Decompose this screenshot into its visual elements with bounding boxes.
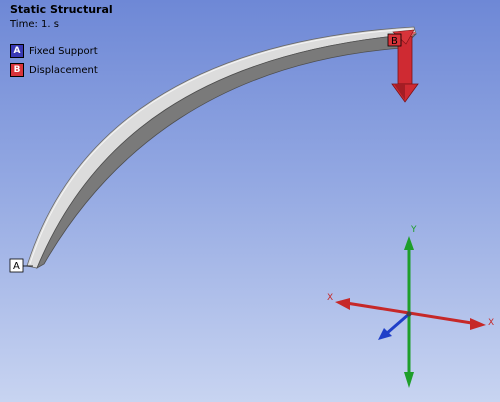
time-readout: Time: 1. s xyxy=(10,19,59,30)
y-axis-arrowhead xyxy=(404,236,414,250)
x-axis-neg-arrowhead xyxy=(335,298,350,310)
legend-label-fixed-support: Fixed Support xyxy=(29,45,98,57)
legend-item-displacement[interactable]: B Displacement xyxy=(10,63,98,77)
axis-triad[interactable]: Y X X xyxy=(327,225,494,388)
triad-y-label: Y xyxy=(410,225,417,235)
x-axis-arrowhead xyxy=(470,318,486,330)
triad-origin xyxy=(406,311,412,317)
legend-key-b: B xyxy=(10,63,24,77)
displacement-marker[interactable]: B xyxy=(387,33,402,47)
triad-x-label: X xyxy=(488,318,494,328)
model-scene: Y X X A B xyxy=(9,26,494,388)
analysis-title: Static Structural xyxy=(10,3,113,16)
marker-a-label: A xyxy=(13,261,20,272)
legend-item-fixed-support[interactable]: A Fixed Support xyxy=(10,44,98,58)
marker-b-label: B xyxy=(391,36,398,47)
legend-label-displacement: Displacement xyxy=(29,64,98,76)
triad-neg-x-label: X xyxy=(327,293,333,303)
y-axis-neg-arrowhead xyxy=(404,372,414,388)
legend-key-a: A xyxy=(10,44,24,58)
graphics-viewport[interactable]: Y X X A B Static Structural Time: 1. s A… xyxy=(0,0,500,402)
